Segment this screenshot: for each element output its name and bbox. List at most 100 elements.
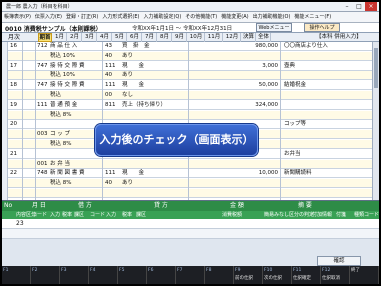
function-key-label: 前の仕訳 bbox=[235, 276, 253, 281]
confirm-button[interactable]: 確認 bbox=[317, 256, 361, 266]
function-key[interactable]: F5 bbox=[118, 266, 147, 284]
month-tab[interactable]: 決算 bbox=[242, 33, 256, 42]
ledger-row[interactable]: 19 111 普 通 預 金 811 売上（持ち帰り） 324,000 bbox=[2, 101, 379, 110]
ledger-account-name: 商 品 仕 入 bbox=[50, 43, 78, 49]
month-tab[interactable]: 5月 bbox=[113, 33, 127, 42]
ledger-memo: 壺典 bbox=[284, 62, 296, 69]
ledger-sub-code: 111 bbox=[105, 62, 116, 69]
ledger-row[interactable]: 22 748 新 聞 図 書 費 111 現 金 10,000 新聞購読料 bbox=[2, 169, 379, 179]
ledger-row-number: 20 bbox=[10, 121, 17, 128]
entry-subheader-cell: 入力 bbox=[50, 212, 61, 218]
month-tab[interactable]: 3月 bbox=[83, 33, 97, 42]
function-key[interactable]: F8 bbox=[205, 266, 234, 284]
menu-item[interactable]: その他機能(T) bbox=[183, 12, 219, 22]
function-key-code: F8 bbox=[206, 268, 212, 273]
ledger-row[interactable]: 税込 8% bbox=[2, 110, 379, 120]
ledger-scrollbar[interactable] bbox=[372, 42, 379, 200]
function-key-label: 仕訳確定 bbox=[293, 276, 311, 281]
month-label: 月次 bbox=[8, 34, 21, 41]
ledger-row-number: 21 bbox=[10, 150, 17, 157]
month-tab[interactable]: 10月 bbox=[188, 33, 205, 42]
ledger-row[interactable]: 税込 10% 40 あり bbox=[2, 71, 379, 81]
row-gutter bbox=[2, 42, 8, 200]
ledger-sub-code: 40 bbox=[105, 180, 112, 187]
ledger-sub-code: 00 bbox=[105, 92, 112, 98]
function-key-code: F1 bbox=[3, 268, 9, 273]
function-key[interactable]: F4 bbox=[89, 266, 118, 284]
function-key-code: F2 bbox=[32, 268, 38, 273]
function-key[interactable]: F6 bbox=[147, 266, 176, 284]
entry-row[interactable] bbox=[2, 229, 379, 239]
month-tab[interactable]: 2月 bbox=[68, 33, 82, 42]
fiscal-period: 令和XX年1月1日 ～ 令和XX年12月31日 bbox=[132, 26, 233, 32]
menu-item[interactable]: 伝票入力(E) bbox=[33, 12, 64, 22]
web-menu-button[interactable]: Webメニュー bbox=[256, 23, 292, 32]
function-key[interactable]: F1 bbox=[2, 266, 31, 284]
month-tab[interactable]: 1月 bbox=[53, 33, 67, 42]
ledger-row[interactable]: 17 747 接 待 交 際 費 111 現 金 3,000 壺典 bbox=[2, 62, 379, 71]
function-key-label: 終了 bbox=[351, 268, 360, 273]
ledger-row[interactable]: 税込 8% 40 あり bbox=[2, 179, 379, 189]
entry-head-amount: 金 額 bbox=[230, 202, 244, 209]
ledger-row[interactable]: 001 お 弁 当 bbox=[2, 159, 379, 169]
ledger-account-code: 748 bbox=[37, 170, 48, 177]
menu-item[interactable]: 入力補助設定(Q) bbox=[141, 12, 183, 22]
menu-item[interactable]: 入力形式選択(E) bbox=[100, 12, 141, 22]
menu-item[interactable]: 機能変更(A) bbox=[219, 12, 250, 22]
entry-subheader-cell: コード bbox=[32, 212, 48, 218]
ledger-amount: 10,000 bbox=[258, 170, 278, 177]
menu-item[interactable]: 機能メニュー(F) bbox=[292, 12, 333, 22]
ledger-counter-account: 買 掛 金 bbox=[122, 43, 150, 49]
ledger-account-name: 税込 8% bbox=[50, 180, 72, 187]
ledger-account-name: 税込 bbox=[50, 92, 62, 98]
entry-head-credit: 貸 方 bbox=[154, 202, 168, 209]
month-tab[interactable]: 6月 bbox=[128, 33, 142, 42]
menu-item[interactable]: 登録・訂正(R) bbox=[64, 12, 100, 22]
entry-head-debit: 借 方 bbox=[78, 202, 92, 209]
function-key[interactable]: F2 bbox=[31, 266, 60, 284]
ledger-amount: 3,000 bbox=[262, 62, 278, 69]
ledger-counter-account: なし bbox=[122, 92, 134, 98]
month-tab[interactable]: 4月 bbox=[98, 33, 112, 42]
month-tab[interactable]: 7月 bbox=[143, 33, 157, 42]
entry-panel: No 月 日 借 方 貸 方 金 額 摘 要 内容区分 コード 入力 税率 課区 コード入… bbox=[2, 200, 379, 266]
ledger-memo: 新聞購読料 bbox=[284, 170, 312, 177]
function-key[interactable]: F12 仕訳取消 bbox=[321, 266, 350, 284]
ledger-row[interactable]: 16 712 商 品 仕 入 43 買 掛 金 980,000 〇〇商店より仕入 bbox=[2, 42, 379, 51]
scroll-thumb[interactable] bbox=[374, 48, 378, 88]
entry-subheader-cell: 税率 bbox=[122, 212, 133, 218]
maximize-button[interactable]: □ bbox=[353, 2, 365, 11]
month-tab[interactable]: 11月 bbox=[206, 33, 223, 42]
function-key[interactable]: F3 bbox=[60, 266, 89, 284]
function-key[interactable]: F9 前の仕訳 bbox=[234, 266, 263, 284]
function-key[interactable]: F11 仕訳確定 bbox=[292, 266, 321, 284]
month-tabs: 月次 期首 1月 2月 3月 4月 5月 6月 7月 8月 9月 10月 11月 12月 決算 全体 【本科… bbox=[2, 33, 379, 42]
ledger-row[interactable] bbox=[2, 189, 379, 198]
minimize-button[interactable]: – bbox=[341, 2, 353, 11]
ledger-row-number: 18 bbox=[10, 82, 17, 89]
month-tab[interactable]: 期首 bbox=[38, 33, 52, 42]
month-tab[interactable]: 12月 bbox=[224, 33, 241, 42]
menu-item[interactable]: 出力補助機能(O) bbox=[251, 12, 293, 22]
function-key[interactable]: 終了 bbox=[350, 266, 379, 284]
ledger-row-number: 16 bbox=[10, 43, 17, 49]
entry-subheader-cell: 付加情報 bbox=[312, 212, 333, 218]
ledger-counter-account: あり bbox=[122, 52, 134, 59]
function-key[interactable]: F7 bbox=[176, 266, 205, 284]
close-button[interactable]: × bbox=[365, 2, 377, 11]
ledger-row-number: 22 bbox=[10, 170, 17, 177]
entry-row[interactable]: 23 bbox=[2, 219, 379, 229]
window-controls: – □ × bbox=[341, 2, 377, 11]
month-tab[interactable]: 8月 bbox=[158, 33, 172, 42]
month-tab[interactable]: 9月 bbox=[173, 33, 187, 42]
month-tab[interactable]: 全体 bbox=[257, 33, 271, 42]
ledger-sub-code: 40 bbox=[105, 52, 112, 59]
ledger-amount: 980,000 bbox=[255, 43, 278, 49]
ledger-row[interactable]: 18 747 接 待 交 際 費 111 現 金 50,000 結婚祝金 bbox=[2, 81, 379, 91]
menu-item[interactable]: 帳簿表示(P) bbox=[2, 12, 33, 22]
entry-header: No 月 日 借 方 貸 方 金 額 摘 要 bbox=[2, 201, 379, 211]
help-button[interactable]: 操作ヘルプ bbox=[304, 23, 340, 32]
function-key[interactable]: F10 次の仕訳 bbox=[263, 266, 292, 284]
ledger-row[interactable]: 税込 10% 40 あり bbox=[2, 51, 379, 61]
ledger-row[interactable]: 税込 00 なし bbox=[2, 91, 379, 100]
